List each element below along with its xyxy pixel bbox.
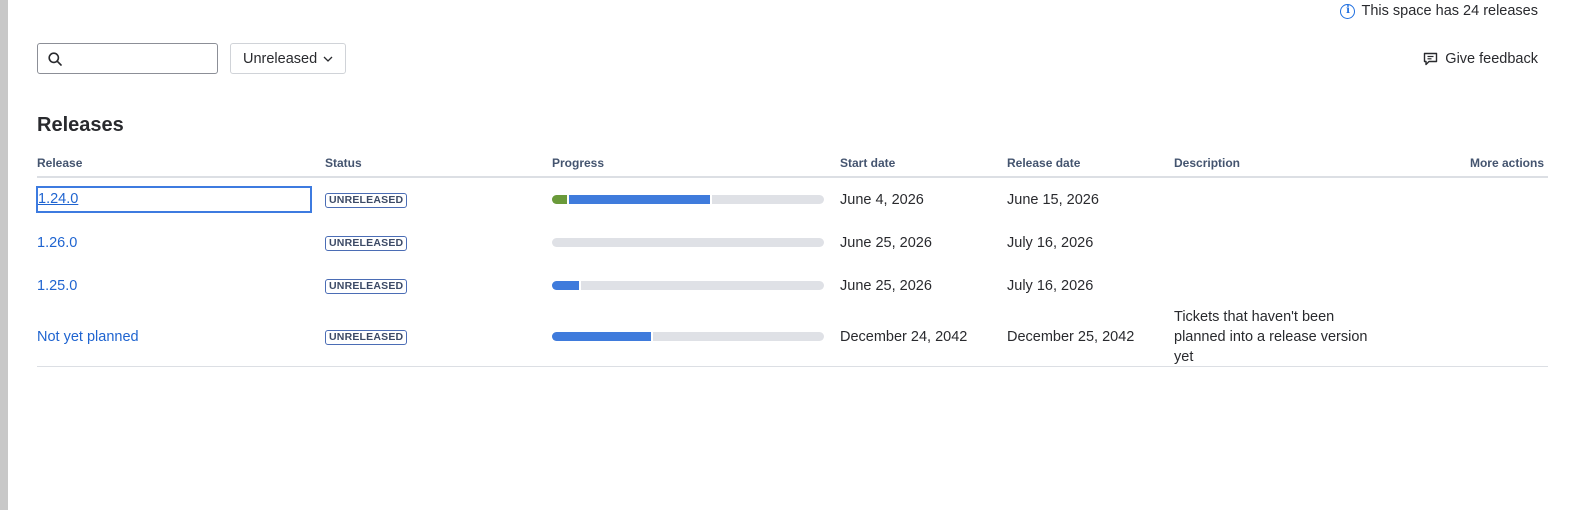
- release-link[interactable]: 1.26.0: [37, 235, 77, 251]
- column-header-start-date[interactable]: Start date: [840, 156, 1007, 170]
- status-badge: UNRELEASED: [325, 236, 408, 251]
- status-badge: UNRELEASED: [325, 279, 408, 294]
- column-header-description: Description: [1174, 156, 1241, 170]
- table-header: Release Status Progress Start date Relea…: [37, 150, 1548, 178]
- column-header-release[interactable]: Release: [37, 156, 325, 170]
- progress-inprogress-segment: [552, 281, 579, 290]
- progress-gap: [579, 281, 581, 290]
- feedback-icon: [1424, 52, 1438, 65]
- chevron-down-icon: [323, 56, 333, 62]
- status-badge: UNRELEASED: [325, 193, 408, 208]
- status-filter-label: Unreleased: [243, 50, 318, 67]
- column-header-more-actions: More actions: [1469, 156, 1544, 170]
- status-badge: UNRELEASED: [325, 330, 408, 345]
- progress-inprogress-segment: [552, 332, 651, 341]
- column-header-progress: Progress: [552, 156, 605, 170]
- description: Tickets that haven't been planned into a…: [1174, 308, 1368, 365]
- table-row: Not yet planned UNRELEASED December 24, …: [37, 307, 1548, 367]
- progress-done-segment: [552, 195, 567, 204]
- give-feedback-label: Give feedback: [1445, 50, 1538, 67]
- table-row: 1.26.0 UNRELEASED June 25, 2026 July 16,…: [37, 221, 1548, 264]
- release-link[interactable]: Not yet planned: [37, 329, 139, 345]
- table-row: 1.24.0 UNRELEASED June 4, 2026 June 15, …: [36, 178, 1548, 221]
- release-date: June 15, 2026: [1007, 191, 1099, 208]
- column-header-status[interactable]: Status: [325, 156, 552, 170]
- start-date: June 4, 2026: [840, 191, 924, 208]
- release-link[interactable]: 1.24.0: [36, 186, 312, 213]
- give-feedback-button[interactable]: Give feedback: [1423, 51, 1538, 67]
- release-date: December 25, 2042: [1007, 328, 1135, 345]
- info-icon: i: [1340, 3, 1356, 19]
- progress-bar: [552, 195, 824, 204]
- release-count-banner: i This space has 24 releases: [1340, 1, 1538, 21]
- progress-bar: [552, 281, 824, 290]
- progress-bar: [552, 238, 824, 247]
- toolbar: Unreleased Give feedback: [37, 43, 1538, 74]
- table-row: 1.25.0 UNRELEASED June 25, 2026 July 16,…: [37, 264, 1548, 307]
- progress-bar: [552, 332, 824, 341]
- search-input[interactable]: [70, 45, 210, 72]
- left-rail: [0, 0, 8, 510]
- page-title: Releases: [37, 114, 124, 136]
- start-date: June 25, 2026: [840, 277, 932, 294]
- progress-gap: [651, 332, 653, 341]
- search-icon: [48, 51, 62, 66]
- release-date: July 16, 2026: [1007, 277, 1094, 294]
- progress-inprogress-segment: [569, 195, 710, 204]
- release-count-text: This space has 24 releases: [1361, 3, 1538, 19]
- release-date: July 16, 2026: [1007, 234, 1094, 251]
- releases-table: Release Status Progress Start date Relea…: [36, 150, 1548, 367]
- status-filter-dropdown[interactable]: Unreleased: [230, 43, 347, 74]
- column-header-release-date[interactable]: Release date: [1007, 156, 1174, 170]
- release-link[interactable]: 1.25.0: [37, 278, 77, 294]
- start-date: December 24, 2042: [840, 328, 968, 345]
- progress-gap: [710, 195, 712, 204]
- start-date: June 25, 2026: [840, 234, 932, 251]
- search-box[interactable]: [37, 43, 218, 74]
